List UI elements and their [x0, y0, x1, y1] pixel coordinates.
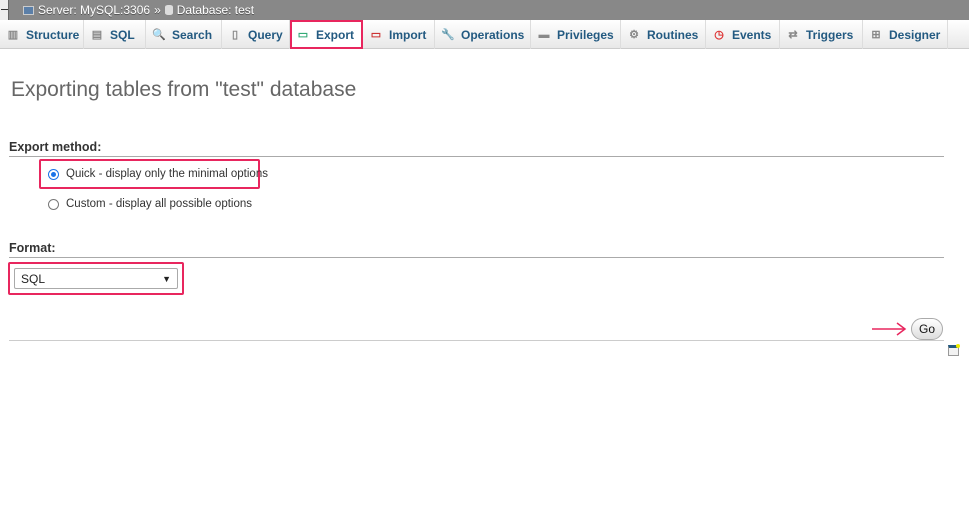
go-button[interactable]: Go: [911, 318, 943, 340]
arrow-icon: [872, 322, 907, 336]
tab-import[interactable]: ▭ Import: [363, 20, 435, 49]
tab-operations[interactable]: 🔧 Operations: [435, 20, 531, 49]
triggers-icon: ⇄: [788, 28, 798, 41]
clock-icon: ◷: [714, 28, 724, 41]
tab-privileges[interactable]: ▬ Privileges: [531, 20, 621, 49]
tab-routines[interactable]: ⚙ Routines: [621, 20, 706, 49]
tab-export[interactable]: ▭ Export: [290, 20, 363, 49]
tab-designer[interactable]: ⊞ Designer: [863, 20, 948, 49]
import-icon: ▭: [370, 28, 382, 41]
breadcrumb-database[interactable]: Database: test: [177, 3, 254, 17]
export-method-heading: Export method:: [9, 140, 944, 157]
page-title: Exporting tables from "test" database: [11, 78, 357, 101]
server-icon: [23, 5, 34, 15]
tab-sql[interactable]: ▤ SQL: [84, 20, 146, 49]
privileges-icon: ▬: [538, 28, 550, 41]
chevron-down-icon: ▼: [162, 273, 171, 284]
sql-icon: ▤: [91, 28, 103, 41]
tab-structure[interactable]: ▥ Structure: [0, 20, 84, 49]
custom-export-radio[interactable]: Custom - display all possible options: [48, 198, 252, 210]
wrench-icon: 🔧: [441, 28, 455, 41]
search-icon: 🔍: [152, 28, 166, 41]
tab-search[interactable]: 🔍 Search: [146, 20, 222, 49]
designer-icon: ⊞: [871, 28, 881, 41]
export-icon: ▭: [297, 28, 309, 41]
query-icon: ▯: [231, 28, 239, 41]
breadcrumb-server[interactable]: Server: MySQL:3306: [38, 3, 150, 17]
breadcrumb-separator: »: [154, 3, 161, 17]
tab-triggers[interactable]: ⇄ Triggers: [780, 20, 863, 49]
structure-icon: ▥: [7, 28, 19, 41]
format-heading: Format:: [9, 241, 944, 258]
radio-unchecked[interactable]: [48, 198, 59, 210]
radio-checked[interactable]: [48, 168, 59, 180]
tab-query[interactable]: ▯ Query: [222, 20, 290, 49]
console-icon[interactable]: [948, 344, 960, 356]
routines-icon: ⚙: [629, 28, 639, 41]
breadcrumb-bar: Server: MySQL:3306 » Database: test: [0, 0, 969, 20]
format-select[interactable]: SQL ▼: [14, 268, 178, 289]
tab-events[interactable]: ◷ Events: [706, 20, 780, 49]
database-icon: [164, 5, 173, 15]
tab-bar: ▥ Structure ▤ SQL 🔍 Search ▯ Query ▭ Export ▭…: [0, 20, 969, 49]
quick-export-radio[interactable]: Quick - display only the minimal options: [48, 168, 268, 180]
collapse-nav-button[interactable]: [0, 0, 9, 20]
divider: [9, 340, 944, 341]
